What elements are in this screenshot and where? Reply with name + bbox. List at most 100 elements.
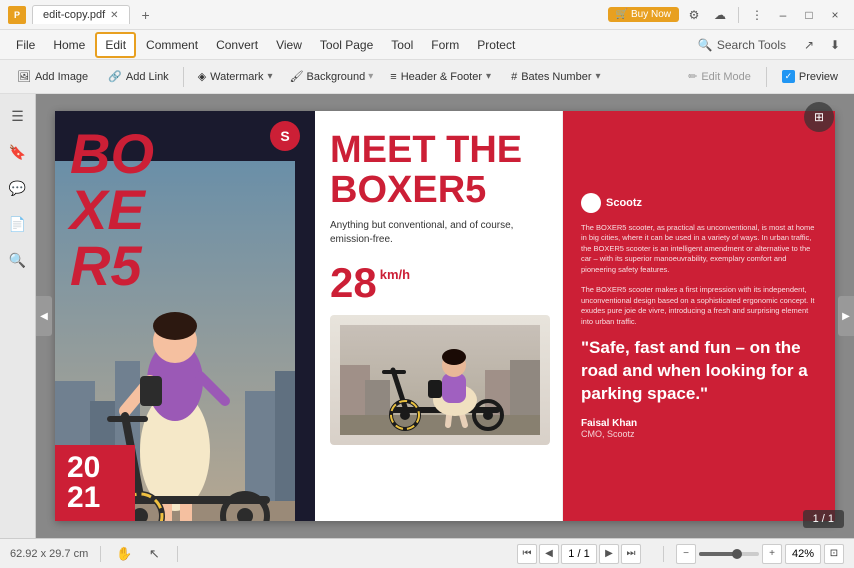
first-page-button[interactable]: ⏮	[517, 544, 537, 564]
edit-toolbar: 🖼 Add Image 🔗 Add Link ◈ Watermark 🖌 Bac…	[0, 60, 854, 94]
description-text-2: The BOXER5 scooter makes a first impress…	[581, 285, 817, 327]
page-dimensions: 62.92 x 29.7 cm	[10, 548, 88, 560]
toolbar-sep-2	[766, 67, 767, 87]
zoom-slider-fill	[699, 552, 734, 556]
fit-page-button[interactable]: ⊡	[824, 544, 844, 564]
close-button[interactable]: ×	[824, 4, 846, 26]
menu-comment[interactable]: Comment	[138, 34, 206, 56]
bates-number-button[interactable]: # Bates Number	[502, 67, 609, 87]
scooter-svg	[340, 325, 540, 435]
page-number-input[interactable]	[561, 544, 597, 564]
sidebar-comment-icon[interactable]: 💬	[4, 174, 32, 202]
sidebar-bookmark-icon[interactable]: 🔖	[4, 138, 32, 166]
zoom-slider-thumb[interactable]	[732, 549, 742, 559]
background-button[interactable]: 🖌 Background ▾	[284, 67, 380, 86]
search-icon: 🔍	[698, 38, 713, 52]
meet-the-title: MEET THEBOXER5	[330, 131, 547, 211]
year-badge: 2021	[55, 445, 135, 521]
menu-home[interactable]: Home	[45, 34, 93, 56]
left-sidebar: ☰ 🔖 💬 📄 🔍	[0, 94, 36, 538]
zoom-input[interactable]	[785, 544, 821, 564]
download-icon[interactable]: ⬇	[824, 34, 846, 56]
header-footer-button[interactable]: ≡ Header & Footer	[381, 67, 500, 87]
zoom-out-button[interactable]: −	[676, 544, 696, 564]
watermark-button[interactable]: ◈ Watermark	[189, 66, 282, 87]
pdf-left-section: S BOXER5	[55, 111, 315, 521]
menu-bar: File Home Edit Comment Convert View Tool…	[0, 30, 854, 60]
menu-tool[interactable]: Tool	[383, 34, 421, 56]
toolbar-right: ✏ Edit Mode Preview	[680, 67, 846, 87]
page-navigation: ⏮ ◀ ▶ ⏭	[517, 544, 641, 564]
title-separator	[738, 7, 739, 23]
status-sep-3	[663, 546, 664, 562]
menu-right: 🔍 Search Tools ↗ ⬇	[690, 34, 846, 56]
page-number-badge: 1 / 1	[803, 510, 844, 528]
sidebar-search-icon[interactable]: 🔍	[4, 246, 32, 274]
header-icon: ≡	[390, 71, 396, 83]
tab-close-button[interactable]: ✕	[110, 10, 118, 21]
author-title: CMO, Scootz	[581, 429, 817, 439]
menu-page[interactable]: Tool Page	[312, 34, 381, 56]
last-page-button[interactable]: ⏭	[621, 544, 641, 564]
pdf-middle-section: MEET THEBOXER5 Anything but conventional…	[315, 111, 563, 521]
description-text-1: The BOXER5 scooter, as practical as unco…	[581, 223, 817, 276]
speed-unit: km/h	[380, 267, 410, 282]
zoom-slider[interactable]	[699, 552, 759, 556]
scootz-name: Scootz	[606, 197, 642, 209]
hand-tool-button[interactable]: ✋	[113, 543, 135, 565]
edit-mode-button[interactable]: ✏ Edit Mode	[680, 67, 759, 86]
scootz-circle	[581, 193, 601, 213]
pdf-page: S BOXER5	[55, 111, 835, 521]
menu-edit[interactable]: Edit	[95, 32, 136, 58]
next-page-button[interactable]: ▶	[599, 544, 619, 564]
tagline-text: Anything but conventional, and of course…	[330, 219, 547, 247]
menu-protect[interactable]: Protect	[469, 34, 523, 56]
maximize-button[interactable]: □	[798, 4, 820, 26]
menu-view[interactable]: View	[268, 34, 310, 56]
preview-button[interactable]: Preview	[774, 67, 846, 86]
select-tool-button[interactable]: ↖	[143, 543, 165, 565]
prev-page-arrow[interactable]: ◀	[36, 296, 52, 336]
toolbar-icon-2[interactable]: ☁	[709, 4, 731, 26]
new-tab-button[interactable]: +	[136, 5, 156, 25]
quote-text: "Safe, fast and fun – on the road and wh…	[581, 337, 817, 406]
toolbar-icon-1[interactable]: ⚙	[683, 4, 705, 26]
status-sep-1	[100, 546, 101, 562]
cart-icon: 🛒	[616, 9, 628, 20]
bates-icon: #	[511, 71, 517, 83]
more-options-button[interactable]: ⋮	[746, 4, 768, 26]
tab-filename: edit-copy.pdf	[43, 9, 105, 21]
scooter-image	[330, 315, 550, 445]
add-image-button[interactable]: 🖼 Add Image	[8, 66, 97, 87]
brand-circle: S	[270, 121, 300, 151]
minimize-button[interactable]: –	[772, 4, 794, 26]
buy-now-button[interactable]: 🛒 Buy Now	[608, 7, 679, 22]
add-link-button[interactable]: 🔗 Add Link	[99, 66, 178, 87]
speed-value: 28	[330, 259, 377, 307]
menu-convert[interactable]: Convert	[208, 34, 266, 56]
title-bar-left: P edit-copy.pdf ✕ +	[8, 5, 608, 25]
author-name: Faisal Khan	[581, 418, 817, 429]
pdf-right-section: Scootz The BOXER5 scooter, as practical …	[563, 111, 835, 521]
background-icon: 🖌	[290, 70, 304, 83]
menu-file[interactable]: File	[8, 34, 43, 56]
sidebar-pages-icon[interactable]: 📄	[4, 210, 32, 238]
boxer5-title: BOXER5	[70, 126, 154, 294]
title-bar-right: 🛒 Buy Now ⚙ ☁ ⋮ – □ ×	[608, 4, 846, 26]
title-bar: P edit-copy.pdf ✕ + 🛒 Buy Now ⚙ ☁ ⋮ – □ …	[0, 0, 854, 30]
external-link-icon[interactable]: ↗	[798, 34, 820, 56]
status-sep-2	[177, 546, 178, 562]
current-tab[interactable]: edit-copy.pdf ✕	[32, 5, 130, 24]
content-area: ◀ S BOXER5	[36, 94, 854, 538]
zoom-in-button[interactable]: +	[762, 544, 782, 564]
sidebar-panels-icon[interactable]: ☰	[4, 102, 32, 130]
search-tools-button[interactable]: 🔍 Search Tools	[690, 35, 794, 55]
edit-mode-icon: ✏	[688, 70, 697, 83]
menu-form[interactable]: Form	[423, 34, 467, 56]
next-page-arrow[interactable]: ▶	[838, 296, 854, 336]
floating-action-button[interactable]: ⊞	[804, 102, 834, 132]
prev-page-button[interactable]: ◀	[539, 544, 559, 564]
year-text: 2021	[67, 453, 123, 513]
image-icon: 🖼	[17, 70, 31, 83]
link-icon: 🔗	[108, 70, 122, 83]
